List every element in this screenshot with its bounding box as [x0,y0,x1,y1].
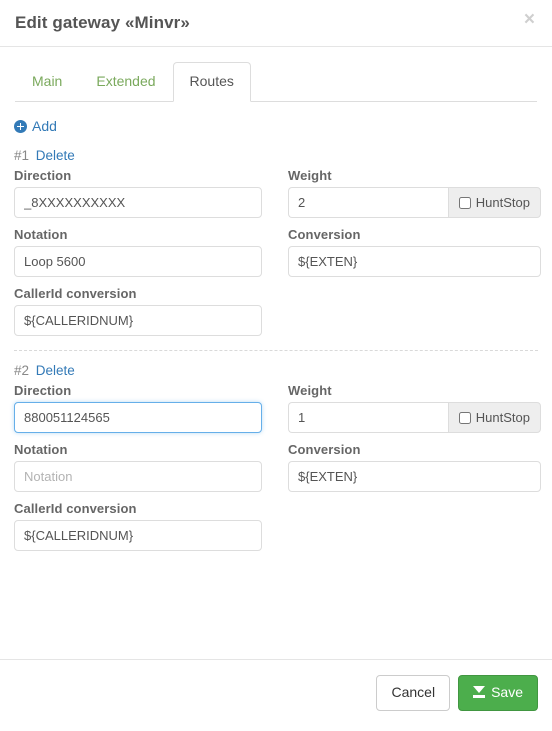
save-button-label: Save [491,684,523,700]
route-2-weight-group: Weight HuntStop [288,383,541,433]
tab-extended[interactable]: Extended [79,62,172,102]
route-1-huntstop-checkbox[interactable] [458,196,471,209]
route-2-conversion-label: Conversion [288,442,361,457]
route-2-huntstop-checkbox[interactable] [458,411,471,424]
route-1-callerid-input[interactable] [14,305,262,336]
route-1-weight-group: Weight HuntStop [288,168,541,218]
route-1-huntstop-toggle[interactable]: HuntStop [447,187,541,218]
route-1-row-2: Notation Conversion [14,227,541,277]
route-2-notation-label: Notation [14,442,68,457]
delete-route-2-button[interactable]: Delete [36,363,75,378]
tab-main[interactable]: Main [15,62,79,102]
route-1-callerid-label: CallerId conversion [14,286,137,301]
route-section-1: #1 Delete Direction Weight HuntStop [14,148,541,336]
route-2-notation-input[interactable] [14,461,262,492]
close-icon[interactable]: × [521,7,538,32]
route-2-conversion-input[interactable] [288,461,541,492]
route-1-weight-input-group: HuntStop [288,187,541,218]
route-1-row-3: CallerId conversion [14,286,538,336]
add-route-button[interactable]: Add [14,118,57,134]
route-index-2: #2 [14,363,30,378]
modal-footer: Cancel Save [0,659,552,731]
route-2-callerid-group: CallerId conversion [14,501,262,551]
save-button[interactable]: Save [458,675,538,711]
route-1-conversion-label: Conversion [288,227,361,242]
route-1-weight-input[interactable] [288,187,448,218]
route-1-row-1: Direction Weight HuntStop [14,168,541,218]
cancel-button[interactable]: Cancel [376,675,451,711]
page-title: Edit gateway «Minvr» [15,13,190,32]
route-1-conversion-group: Conversion [288,227,541,277]
route-2-row-3: CallerId conversion [14,501,538,551]
route-2-huntstop-label: HuntStop [475,410,530,425]
tab-list: Main Extended Routes [15,62,537,102]
route-2-direction-label: Direction [14,383,72,398]
download-icon [473,686,486,699]
route-2-row-2: Notation Conversion [14,442,541,492]
route-1-notation-label: Notation [14,227,68,242]
route-1-direction-group: Direction [14,168,262,218]
route-2-direction-input[interactable] [14,402,262,433]
plus-circle-icon [14,119,27,133]
route-index-1: #1 [14,148,30,163]
route-1-conversion-input[interactable] [288,246,541,277]
route-2-row-1: Direction Weight HuntStop [14,383,541,433]
route-divider [14,350,538,351]
tab-routes[interactable]: Routes [172,62,251,102]
route-2-weight-input[interactable] [288,402,448,433]
route-2-weight-label: Weight [288,383,332,398]
route-header-1: #1 Delete [14,148,538,163]
route-section-2: #2 Delete Direction Weight HuntStop [14,363,541,551]
route-2-direction-group: Direction [14,383,262,433]
route-2-callerid-label: CallerId conversion [14,501,137,516]
modal-header: Edit gateway «Minvr» × [0,0,552,47]
tab-routes-item: Routes [172,62,251,102]
route-2-huntstop-toggle[interactable]: HuntStop [447,402,541,433]
route-1-weight-label: Weight [288,168,332,183]
route-1-notation-input[interactable] [14,246,262,277]
route-2-notation-group: Notation [14,442,262,492]
route-2-weight-input-group: HuntStop [288,402,541,433]
route-header-2: #2 Delete [14,363,538,378]
route-1-spacer [288,286,541,336]
tab-extended-item: Extended [79,62,172,102]
route-1-direction-label: Direction [14,168,72,183]
route-1-huntstop-label: HuntStop [475,195,530,210]
modal-body: Add #1 Delete Direction Weight HuntStop [0,102,552,551]
tabs-container: Main Extended Routes [0,47,552,102]
route-1-notation-group: Notation [14,227,262,277]
add-route-label: Add [32,118,57,134]
delete-route-1-button[interactable]: Delete [36,148,75,163]
route-1-callerid-group: CallerId conversion [14,286,262,336]
route-2-conversion-group: Conversion [288,442,541,492]
tab-main-item: Main [15,62,79,102]
route-2-spacer [288,501,541,551]
route-2-callerid-input[interactable] [14,520,262,551]
route-1-direction-input[interactable] [14,187,262,218]
